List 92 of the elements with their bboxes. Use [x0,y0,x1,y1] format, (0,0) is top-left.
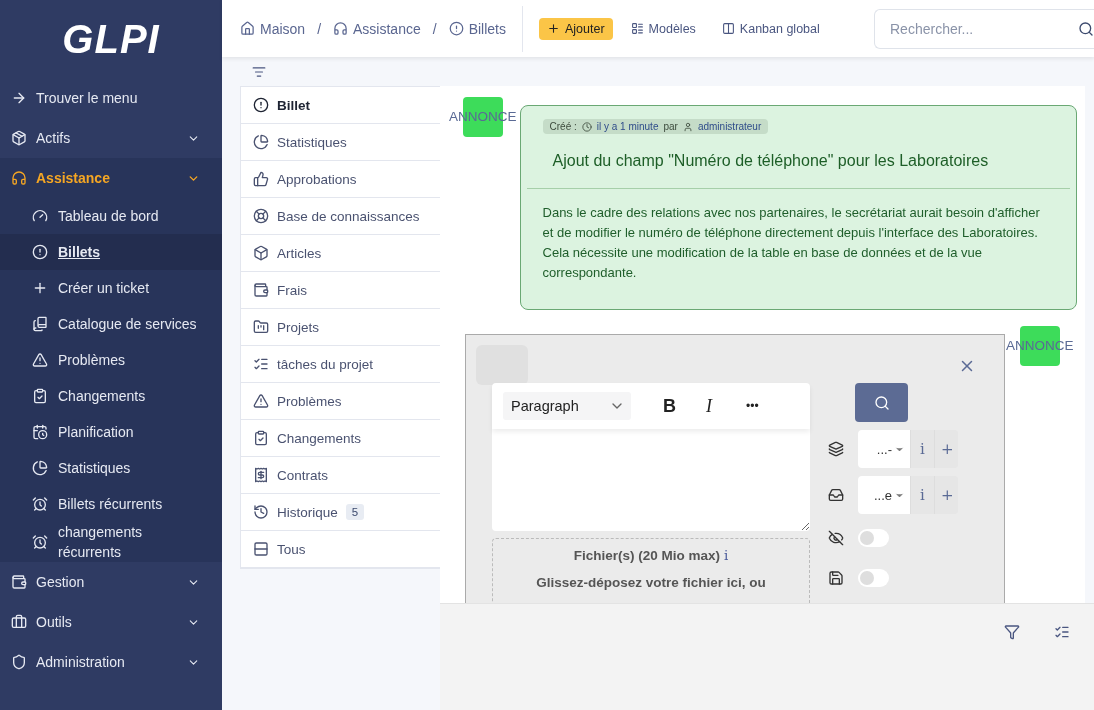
headphones-icon [333,21,349,36]
filter-icon[interactable] [1004,624,1020,640]
dropdown[interactable]: ...- [858,430,910,468]
sidebar-subitem[interactable]: Changements [0,378,222,414]
breadcrumb-link[interactable]: Assistance [333,20,421,37]
drop-text: Glissez-déposez votre fichier ici, ou [535,575,767,590]
bold-button[interactable]: B [661,395,678,417]
clipboard-check-icon [32,388,48,404]
count-badge: 5 [345,504,365,520]
wallet-icon [11,574,27,590]
sidebar-subitem[interactable]: Créer un ticket [0,270,222,306]
sidebar-subitem[interactable]: Statistiques [0,450,222,486]
clock-icon [581,121,592,132]
search-icon [1078,20,1094,37]
user-icon [682,121,693,132]
inbox-icon [828,487,844,503]
time-link[interactable]: il y a 1 minute [596,121,659,132]
warning-icon [32,352,48,368]
sidebar-subitem[interactable]: Problèmes [0,342,222,378]
wallet-icon [253,282,269,298]
warning-icon [253,393,269,409]
search-field[interactable]: Rechercher... [874,8,1094,49]
briefcase-icon [11,614,27,630]
pie-chart-icon [253,134,269,150]
history-icon [253,504,269,520]
announcement-title: Ajout du champ "Numéro de téléphone" pour les Laboratoires [526,134,1070,189]
italic-button[interactable]: I [704,395,714,417]
shield-icon [11,654,27,670]
box-icon [253,245,269,261]
calendar-clock-icon [32,424,48,440]
search-icon [873,394,890,411]
avatar-placeholder [476,345,528,385]
alert-circle-icon [253,97,269,113]
home-icon [240,21,255,36]
more-button[interactable]: ••• [744,399,761,413]
breadcrumb-link[interactable]: Maison [240,20,306,37]
pie-chart-icon [32,460,48,476]
logo: GLPI [61,15,161,63]
alert-circle-icon [448,21,464,36]
sidebar-subitem[interactable]: Tableau de bord [0,198,222,234]
thumbs-up-icon [253,171,269,187]
toggle-switch[interactable] [858,569,889,587]
sidebar-subitem[interactable]: Catalogue de services [0,306,222,342]
toggle-switch[interactable] [858,529,889,547]
lifebuoy-icon [253,208,269,224]
layers-icon [828,441,844,457]
headphones-icon [11,170,27,186]
breadcrumb-link[interactable]: Billets [448,20,506,37]
sidebar-item[interactable]: Trouver le menu [0,78,222,118]
dropdown[interactable]: ...e [858,476,910,514]
files-label: Fichier(s) (20 Mio max) i [572,547,730,563]
toolbar-button[interactable]: Kanban global [713,17,828,40]
info-link[interactable]: i [724,547,729,563]
author-link[interactable]: administrateur [697,121,762,132]
clipboard-check-icon [253,430,269,446]
eye-off-icon [828,530,844,546]
box-icon [11,130,27,146]
checklist-icon[interactable] [1054,624,1070,640]
breadcrumb-separator: / [432,20,437,37]
columns-icon [721,22,735,35]
save-icon [828,570,844,586]
alarm-clock-icon [32,534,48,550]
announcement-text: Dans le cadre des relations avec nos partenaires, le secrétariat aurait besoin d'afficher et de modifier le numéro de téléphone directement depuis l'interface des Laboratoires. Cela nécessite une modification de la table en base de données et de la vue correspondante. [542,204,1041,282]
sidebar-item[interactable]: Assistance [0,158,222,198]
sidebar-subitem[interactable]: Planification [0,414,222,450]
sidebar-item[interactable]: Gestion [0,562,222,602]
rows-icon [253,541,269,557]
sidebar-item[interactable]: Outils [0,602,222,642]
created-label: Créé : [549,121,577,132]
alert-circle-icon [32,244,48,260]
kanban-icon [253,319,269,335]
alarm-clock-icon [32,496,48,512]
sidebar-item[interactable]: Administration [0,642,222,682]
plus-icon [547,22,560,35]
plus-icon [32,280,48,296]
sidebar-subitem[interactable]: changements récurrents [0,522,222,562]
tab[interactable]: Historique 5 [241,494,440,531]
toolbar-button[interactable]: Modèles [622,17,704,40]
toolbar-button[interactable]: Ajouter [539,17,613,40]
catalog-icon [32,316,48,332]
checklist-icon [253,356,269,372]
sidebar-subitem[interactable]: Billets [0,234,222,270]
template-icon [630,22,644,35]
search-button[interactable] [855,383,908,422]
receipt-icon [253,467,269,483]
format-dropdown[interactable]: Paragraph [503,392,631,420]
sidebar-subitem[interactable]: Billets récurrents [0,486,222,522]
by-label: par [663,121,678,132]
sidebar-item[interactable]: Actifs [0,118,222,158]
editor-input[interactable] [492,429,810,531]
breadcrumb-separator: / [317,20,322,37]
gauge-icon [32,208,48,224]
